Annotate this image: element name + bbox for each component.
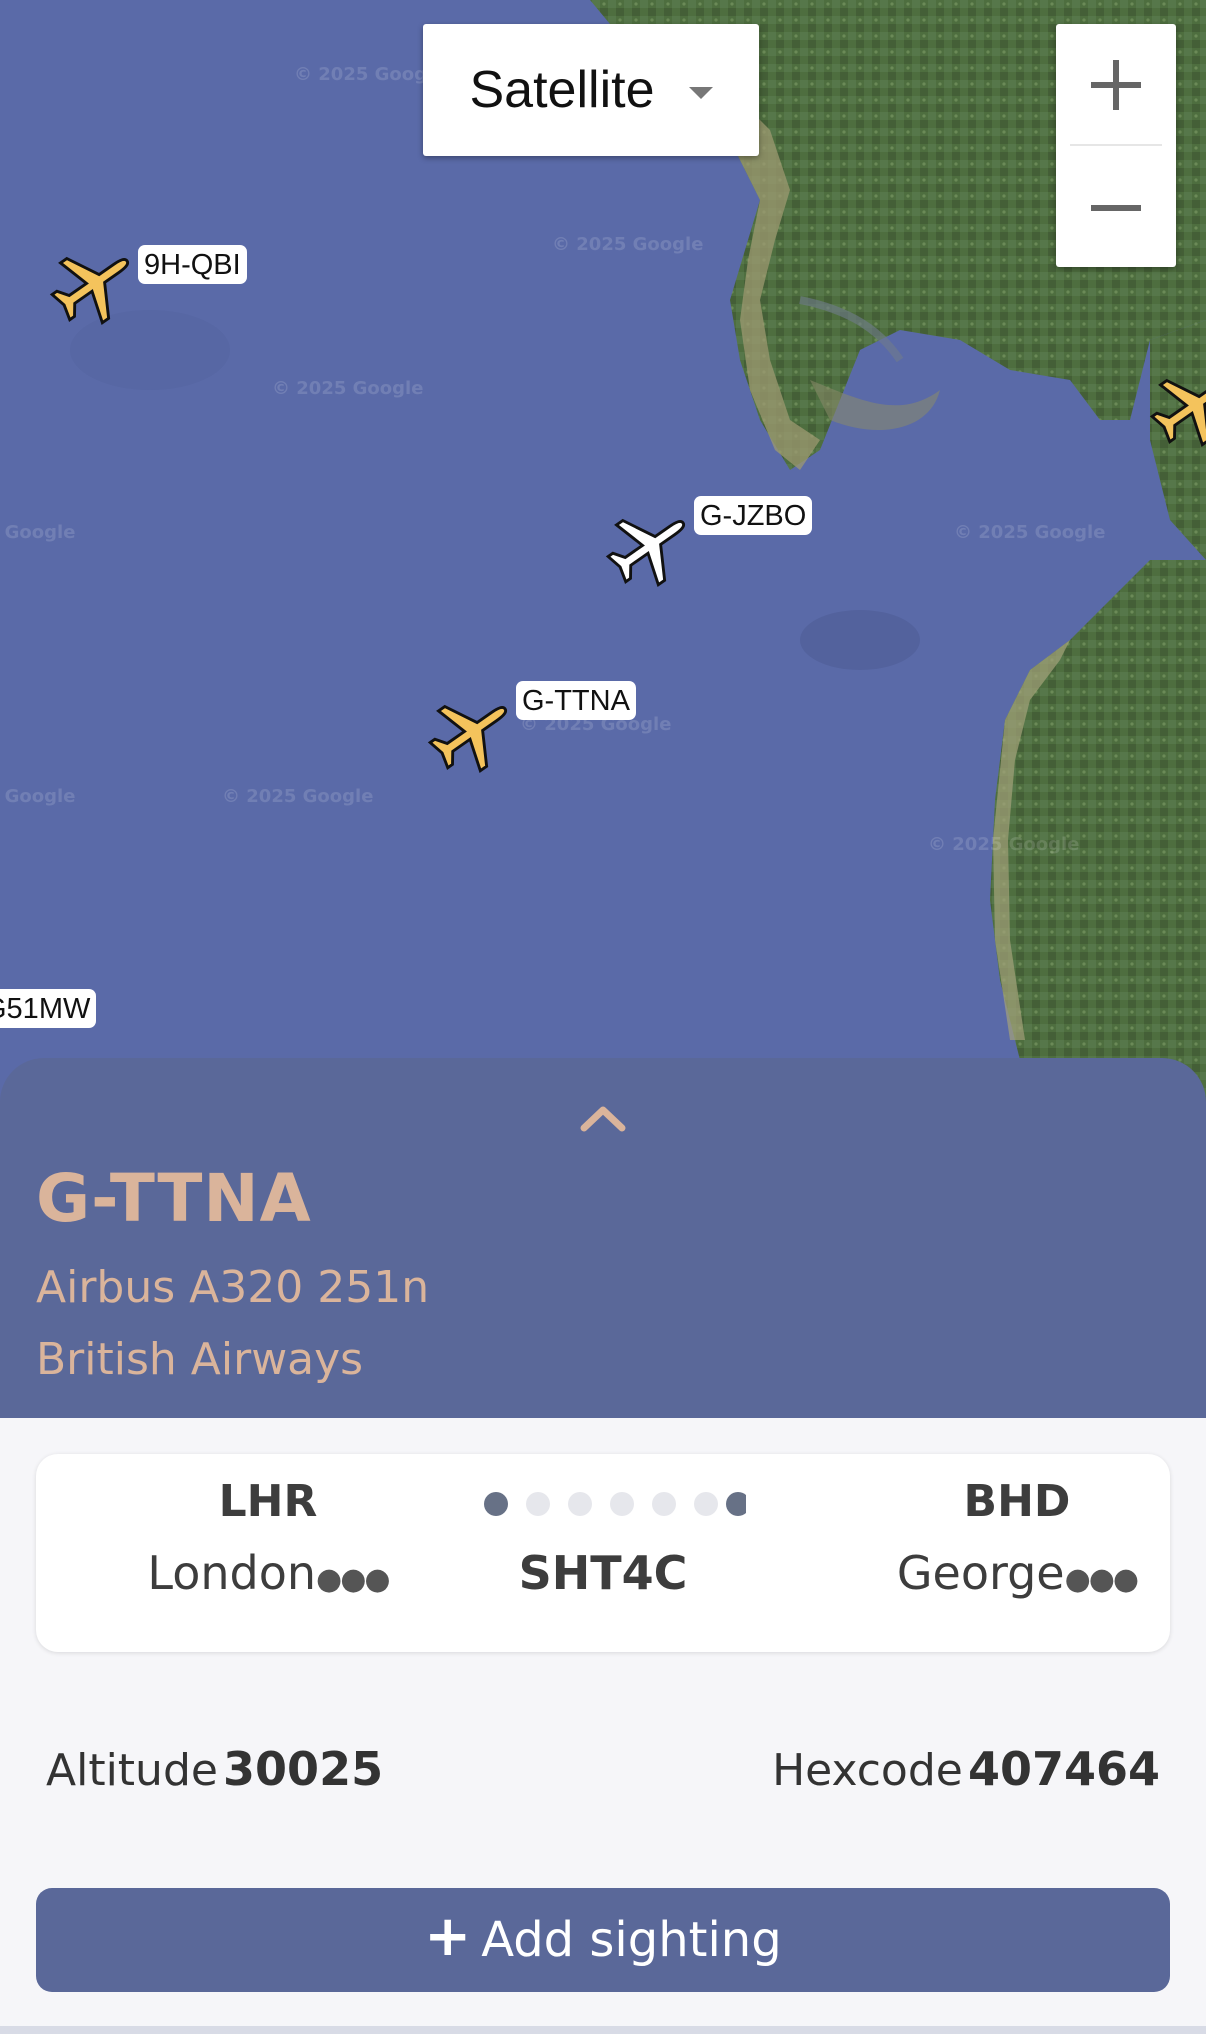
map-view[interactable]: © 2025 Google © 2025 Google © 2025 Googl… xyxy=(0,0,1206,1120)
ellipsis-icon: ●●● xyxy=(316,1562,391,1597)
zoom-control xyxy=(1056,24,1176,267)
hexcode-value: 407464 xyxy=(967,1742,1160,1796)
map-watermark: © 2025 Google xyxy=(0,786,76,807)
aircraft-tag[interactable]: 9H-QBI xyxy=(138,245,247,284)
airline-name: British Airways xyxy=(36,1334,364,1385)
origin-code: LHR xyxy=(218,1476,318,1527)
map-watermark: © 2025 Google xyxy=(0,522,76,543)
map-watermark: © 2025 Google xyxy=(552,234,704,255)
map-watermark: © 2025 Google xyxy=(272,378,424,399)
ellipsis-icon: ●●● xyxy=(1064,1562,1140,1597)
origin-city: London●●● xyxy=(118,1546,418,1600)
bottom-divider xyxy=(0,2026,1206,2034)
altitude-value: 30025 xyxy=(223,1742,384,1796)
flight-number: SHT4C xyxy=(518,1546,688,1600)
aircraft-model: Airbus A320 251n xyxy=(36,1262,430,1313)
hexcode-stat: Hexcode 407464 xyxy=(772,1742,1160,1796)
route-card: LHR London●●● SHT4C BHD George●●● xyxy=(36,1454,1170,1652)
origin-city-name: London xyxy=(147,1546,317,1600)
aircraft-tag[interactable]: G-TTNA xyxy=(516,681,636,720)
zoom-divider xyxy=(1070,144,1162,146)
add-sighting-label: Add sighting xyxy=(481,1912,782,1968)
aircraft-icon[interactable] xyxy=(1146,358,1206,454)
destination-city-name: George xyxy=(896,1546,1065,1600)
zoom-in-button[interactable] xyxy=(1056,24,1176,144)
route-progress xyxy=(484,1492,746,1516)
aircraft-icon[interactable] xyxy=(424,684,520,780)
aircraft-registration: G-TTNA xyxy=(36,1160,312,1237)
map-type-select[interactable]: Satellite xyxy=(423,24,759,156)
minus-icon xyxy=(1091,205,1141,211)
add-sighting-button[interactable]: + Add sighting xyxy=(36,1888,1170,1992)
destination-city: George●●● xyxy=(867,1546,1167,1600)
map-type-label: Satellite xyxy=(469,61,655,119)
plus-icon: + xyxy=(424,1904,472,1969)
aircraft-icon[interactable] xyxy=(602,498,698,594)
aircraft-tag[interactable]: G-JZBO xyxy=(694,496,813,535)
aircraft-icon[interactable] xyxy=(46,236,142,332)
map-watermark: © 2025 Google xyxy=(928,834,1080,855)
altitude-label: Altitude xyxy=(46,1745,218,1796)
map-watermark: © 2025 Google xyxy=(954,522,1106,543)
altitude-stat: Altitude 30025 xyxy=(46,1742,383,1796)
zoom-out-button[interactable] xyxy=(1056,147,1176,267)
chevron-up-icon[interactable] xyxy=(578,1098,628,1138)
caret-down-icon xyxy=(688,87,713,99)
hexcode-label: Hexcode xyxy=(772,1745,963,1796)
aircraft-tag[interactable]: G51MW xyxy=(0,989,97,1028)
destination-code: BHD xyxy=(963,1476,1071,1527)
map-watermark: © 2025 Google xyxy=(222,786,374,807)
